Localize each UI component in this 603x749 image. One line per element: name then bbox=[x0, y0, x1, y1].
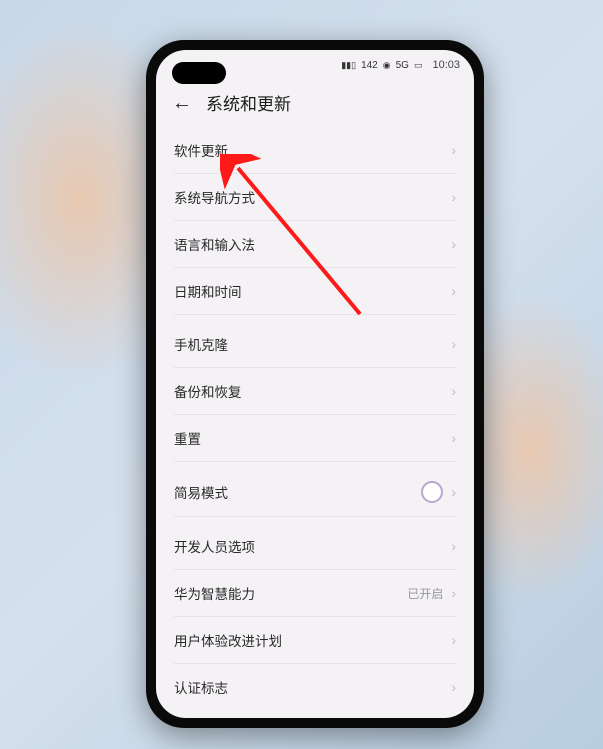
back-icon[interactable]: ← bbox=[172, 93, 192, 113]
row-phone-clone[interactable]: 手机克隆 › bbox=[174, 321, 456, 368]
chevron-right-icon: › bbox=[451, 283, 456, 299]
chevron-right-icon: › bbox=[451, 236, 456, 252]
row-user-experience[interactable]: 用户体验改进计划 › bbox=[174, 617, 456, 664]
camera-punch-hole bbox=[172, 62, 226, 84]
row-date-time[interactable]: 日期和时间 › bbox=[174, 268, 456, 315]
chevron-right-icon: › bbox=[451, 632, 456, 648]
phone-screen: ▮▮▯ 142 ◉ 5G ▭ 10:03 ← 系统和更新 软件更新 › 系统导航… bbox=[156, 50, 474, 718]
row-label: 备份和恢复 bbox=[174, 381, 242, 401]
settings-list: 软件更新 › 系统导航方式 › 语言和输入法 › 日期和时间 bbox=[156, 127, 474, 710]
row-software-update[interactable]: 软件更新 › bbox=[174, 127, 456, 174]
toggle-icon[interactable] bbox=[421, 481, 443, 503]
chevron-right-icon: › bbox=[451, 538, 456, 554]
chevron-right-icon: › bbox=[451, 189, 456, 205]
wifi-icon: ◉ bbox=[383, 60, 391, 71]
page-header: ← 系统和更新 bbox=[156, 80, 474, 127]
row-label: 日期和时间 bbox=[174, 281, 242, 301]
phone-frame: ▮▮▯ 142 ◉ 5G ▭ 10:03 ← 系统和更新 软件更新 › 系统导航… bbox=[146, 40, 484, 728]
chevron-right-icon: › bbox=[451, 142, 456, 158]
row-label: 软件更新 bbox=[174, 140, 228, 160]
row-value: 已开启 bbox=[407, 585, 443, 602]
row-label: 开发人员选项 bbox=[174, 536, 255, 556]
row-certification[interactable]: 认证标志 › bbox=[174, 664, 456, 710]
battery-icon: ▭ bbox=[414, 60, 423, 71]
row-language-input[interactable]: 语言和输入法 › bbox=[174, 221, 456, 268]
chevron-right-icon: › bbox=[451, 430, 456, 446]
chevron-right-icon: › bbox=[451, 585, 456, 601]
row-label: 语言和输入法 bbox=[174, 234, 255, 254]
signal-icon: ▮▮▯ bbox=[341, 60, 356, 71]
row-label: 系统导航方式 bbox=[174, 187, 255, 207]
page-title: 系统和更新 bbox=[206, 90, 291, 115]
status-signal-text: 142 bbox=[361, 60, 378, 71]
row-developer-options[interactable]: 开发人员选项 › bbox=[174, 523, 456, 570]
row-backup-restore[interactable]: 备份和恢复 › bbox=[174, 368, 456, 415]
row-label: 手机克隆 bbox=[174, 334, 228, 354]
chevron-right-icon: › bbox=[451, 383, 456, 399]
chevron-right-icon: › bbox=[451, 679, 456, 695]
row-label: 认证标志 bbox=[174, 677, 228, 697]
status-network: 5G bbox=[396, 60, 409, 71]
status-time: 10:03 bbox=[432, 59, 460, 71]
row-simple-mode[interactable]: 简易模式 › bbox=[174, 468, 456, 517]
chevron-right-icon: › bbox=[451, 336, 456, 352]
row-label: 重置 bbox=[174, 428, 201, 448]
row-reset[interactable]: 重置 › bbox=[174, 415, 456, 462]
footer-hint: 是否在寻找其他设置项？ bbox=[156, 710, 474, 718]
row-system-navigation[interactable]: 系统导航方式 › bbox=[174, 174, 456, 221]
row-huawei-ai[interactable]: 华为智慧能力 已开启 › bbox=[174, 570, 456, 617]
row-label: 用户体验改进计划 bbox=[174, 630, 282, 650]
row-label: 简易模式 bbox=[174, 482, 228, 502]
row-label: 华为智慧能力 bbox=[174, 583, 255, 603]
chevron-right-icon: › bbox=[451, 484, 456, 500]
